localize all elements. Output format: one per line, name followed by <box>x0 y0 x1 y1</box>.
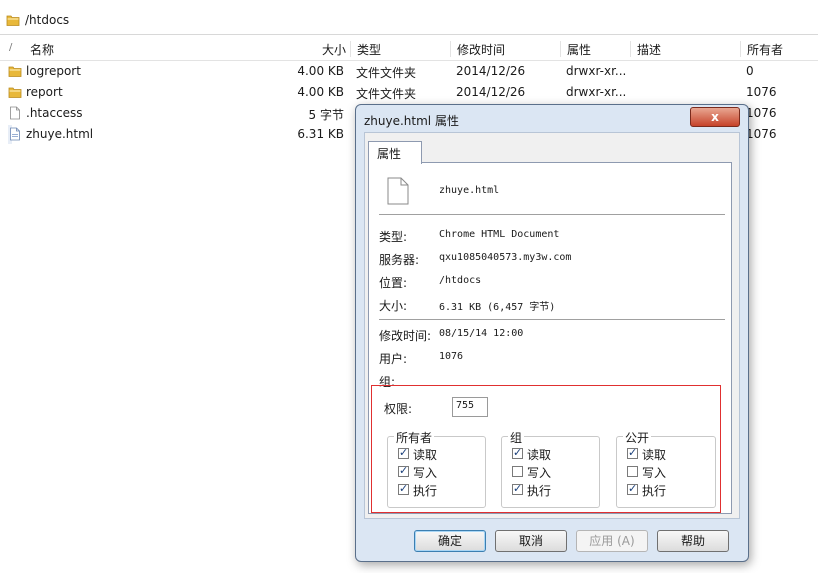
location-label: 位置: <box>379 276 408 290</box>
owner-execute-checkbox[interactable] <box>398 482 409 495</box>
file-size: 5 字节 <box>308 108 344 122</box>
group-read-checkbox[interactable] <box>512 446 523 459</box>
column-permissions[interactable]: 属性 <box>560 41 630 57</box>
public-write-checkbox[interactable] <box>627 466 638 477</box>
public-execute-checkbox[interactable] <box>627 482 638 495</box>
file-name: .htaccess <box>26 106 83 120</box>
group-group: 组 读取 写入 执行 <box>501 429 600 508</box>
divider <box>379 319 725 320</box>
owner-execute-label: 执行 <box>413 484 438 498</box>
public-execute-label: 执行 <box>642 484 667 498</box>
owner-read-checkbox[interactable] <box>398 446 409 459</box>
size-value: 6.31 KB (6,457 字节) <box>439 302 556 313</box>
divider <box>379 214 725 215</box>
current-path: /htdocs <box>25 13 70 27</box>
close-button[interactable]: x <box>690 107 740 127</box>
file-size: 4.00 KB <box>297 85 344 99</box>
file-row[interactable]: logreport 4.00 KB 文件文件夹 2014/12/26 drwxr… <box>0 61 818 82</box>
owner-group: 所有者 读取 写入 执行 <box>387 429 486 508</box>
modified-value: 08/15/14 12:00 <box>439 328 524 339</box>
permission-value: 755 <box>456 400 475 411</box>
column-owner[interactable]: 所有者 <box>740 41 818 57</box>
close-icon: x <box>711 110 719 124</box>
apply-button[interactable]: 应用 (A) <box>576 530 648 552</box>
column-size[interactable]: 大小 <box>290 41 350 57</box>
file-name: report <box>26 85 63 99</box>
owner-write-label: 写入 <box>413 466 438 480</box>
file-name: zhuye.html <box>26 127 94 141</box>
help-button[interactable]: 帮助 <box>657 530 729 552</box>
owner-group-title: 所有者 <box>394 429 435 446</box>
html-file-icon <box>10 127 20 141</box>
user-label: 用户: <box>379 352 408 366</box>
cancel-button[interactable]: 取消 <box>495 530 567 552</box>
file-owner: 1076 <box>746 106 777 120</box>
public-group-title: 公开 <box>623 429 652 446</box>
group-write-label: 写入 <box>527 466 552 480</box>
type-label: 类型: <box>379 230 408 244</box>
permission-input[interactable]: 755 <box>452 397 488 417</box>
permission-label: 权限: <box>384 402 413 416</box>
public-group: 公开 读取 写入 执行 <box>616 429 716 508</box>
column-header: / 名称 大小 类型 修改时间 属性 描述 所有者 <box>0 38 818 61</box>
folder-icon <box>8 87 22 98</box>
group-write-checkbox[interactable] <box>512 466 523 477</box>
folder-icon <box>8 66 22 77</box>
owner-read-label: 读取 <box>413 448 438 462</box>
path-bar[interactable]: /htdocs <box>0 8 818 35</box>
file-permissions: drwxr-xr... <box>566 64 627 78</box>
column-name[interactable]: 名称 <box>24 41 290 57</box>
file-row[interactable]: report 4.00 KB 文件文件夹 2014/12/26 drwxr-xr… <box>0 82 818 103</box>
file-name: logreport <box>26 64 81 78</box>
dialog-title: zhuye.html 属性 <box>364 114 459 128</box>
server-label: 服务器: <box>379 253 420 267</box>
tab-label: 属性 <box>377 147 402 161</box>
user-value: 1076 <box>439 351 464 362</box>
tab-properties[interactable]: 属性 <box>368 141 422 164</box>
file-type: 文件文件夹 <box>356 87 417 101</box>
column-type[interactable]: 类型 <box>350 41 450 57</box>
public-read-checkbox[interactable] <box>627 446 638 459</box>
column-modified[interactable]: 修改时间 <box>450 41 560 57</box>
file-permissions: drwxr-xr... <box>566 85 627 99</box>
modified-label: 修改时间: <box>379 329 432 343</box>
size-label: 大小: <box>379 299 408 313</box>
file-type: 文件文件夹 <box>356 66 417 80</box>
group-execute-label: 执行 <box>527 484 552 498</box>
public-write-label: 写入 <box>642 466 667 480</box>
properties-dialog: zhuye.html 属性 x 属性 zhuye.html 类型: Chrome… <box>355 104 749 562</box>
group-execute-checkbox[interactable] <box>512 482 523 495</box>
dialog-titlebar[interactable]: zhuye.html 属性 x <box>356 105 748 133</box>
file-size: 6.31 KB <box>297 127 344 141</box>
group-group-title: 组 <box>508 429 525 446</box>
dialog-file-name: zhuye.html <box>439 185 500 196</box>
ok-button[interactable]: 确定 <box>414 530 486 552</box>
file-modified: 2014/12/26 <box>456 85 526 99</box>
location-value: /htdocs <box>439 275 482 286</box>
file-icon <box>387 177 409 205</box>
public-read-label: 读取 <box>642 448 667 462</box>
file-size: 4.00 KB <box>297 64 344 78</box>
type-value: Chrome HTML Document <box>439 229 560 240</box>
group-read-label: 读取 <box>527 448 552 462</box>
column-description[interactable]: 描述 <box>630 41 740 57</box>
file-owner: 0 <box>746 64 754 78</box>
owner-write-checkbox[interactable] <box>398 464 409 477</box>
folder-icon <box>6 15 20 26</box>
server-value: qxu1085040573.my3w.com <box>439 252 572 263</box>
sort-indicator: / <box>9 42 13 53</box>
file-owner: 1076 <box>746 127 777 141</box>
file-owner: 1076 <box>746 85 777 99</box>
file-icon <box>10 106 20 120</box>
file-modified: 2014/12/26 <box>456 64 526 78</box>
